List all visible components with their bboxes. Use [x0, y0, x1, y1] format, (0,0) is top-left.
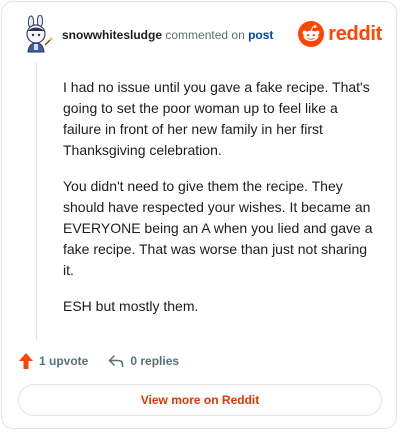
comment-byline: snowwhitesludge commented on post	[62, 27, 273, 43]
comment-embed-card: snowwhitesludge commented on post reddit…	[1, 1, 397, 429]
reply-count: 0 replies	[130, 354, 180, 368]
view-more-button[interactable]: View more on Reddit	[18, 384, 382, 416]
comment-paragraph-1: I had no issue until you gave a fake rec…	[63, 79, 370, 158]
upvote-count: 1 upvote	[39, 354, 89, 368]
upvote-button[interactable]: 1 upvote	[18, 352, 88, 370]
replies-button[interactable]: 0 replies	[108, 354, 179, 368]
comment-paragraph-3: ESH but mostly them.	[63, 298, 199, 314]
avatar-icon[interactable]	[20, 15, 54, 53]
reddit-wordmark: reddit	[328, 22, 382, 45]
username-link[interactable]: snowwhitesludge	[62, 28, 162, 42]
thread-line	[36, 62, 37, 340]
comment-header: snowwhitesludge commented on post reddit	[2, 2, 396, 66]
commented-on-text: commented on	[165, 28, 245, 42]
comment-actions: 1 upvote 0 replies	[18, 350, 179, 372]
reddit-snoo-icon	[298, 21, 325, 47]
comment-body: I had no issue until you gave a fake rec…	[63, 77, 375, 332]
reddit-logo[interactable]: reddit	[298, 20, 382, 48]
post-link[interactable]: post	[248, 28, 273, 42]
comment-paragraph-2: You didn't need to give them the recipe.…	[63, 178, 373, 278]
reply-arrow-icon	[109, 355, 124, 368]
upvote-arrow-icon	[19, 353, 33, 369]
